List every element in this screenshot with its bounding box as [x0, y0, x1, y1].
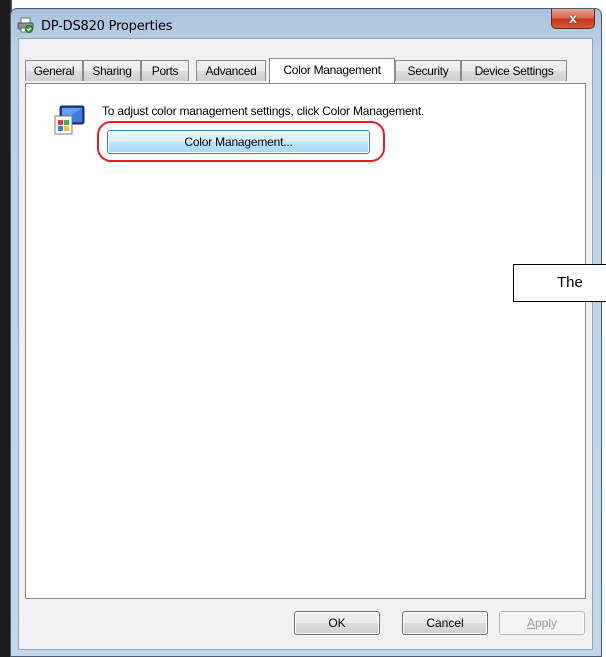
- color-management-button[interactable]: Color Management...: [107, 130, 370, 154]
- close-button[interactable]: x: [551, 9, 595, 29]
- callout-box: The: [513, 264, 606, 302]
- tab-general[interactable]: General: [25, 60, 83, 81]
- tab-advanced[interactable]: Advanced: [196, 60, 266, 81]
- title-bar[interactable]: DP-DS820 Properties x: [11, 9, 601, 39]
- properties-window: DP-DS820 Properties x General Sharing Po…: [10, 8, 602, 657]
- tab-ports[interactable]: Ports: [141, 60, 189, 81]
- ok-button[interactable]: OK: [294, 611, 380, 635]
- cancel-button[interactable]: Cancel: [402, 611, 488, 635]
- apply-button[interactable]: Apply: [499, 611, 585, 635]
- instruction-text: To adjust color management settings, cli…: [102, 104, 425, 118]
- tab-sharing[interactable]: Sharing: [83, 60, 141, 81]
- window-title: DP-DS820 Properties: [41, 19, 173, 34]
- close-icon: x: [569, 10, 577, 26]
- tab-color-management[interactable]: Color Management: [269, 58, 395, 83]
- color-management-icon: [53, 104, 87, 138]
- printer-icon: [17, 17, 34, 34]
- color-management-panel: To adjust color management settings, cli…: [25, 83, 586, 599]
- apply-access-key: A: [526, 616, 535, 630]
- apply-label-rest: pply: [535, 616, 558, 630]
- tab-device-settings[interactable]: Device Settings: [461, 60, 567, 81]
- callout-text: The: [557, 274, 583, 291]
- dialog-client-area: General Sharing Ports Advanced Color Man…: [18, 38, 593, 650]
- tab-security[interactable]: Security: [395, 60, 461, 81]
